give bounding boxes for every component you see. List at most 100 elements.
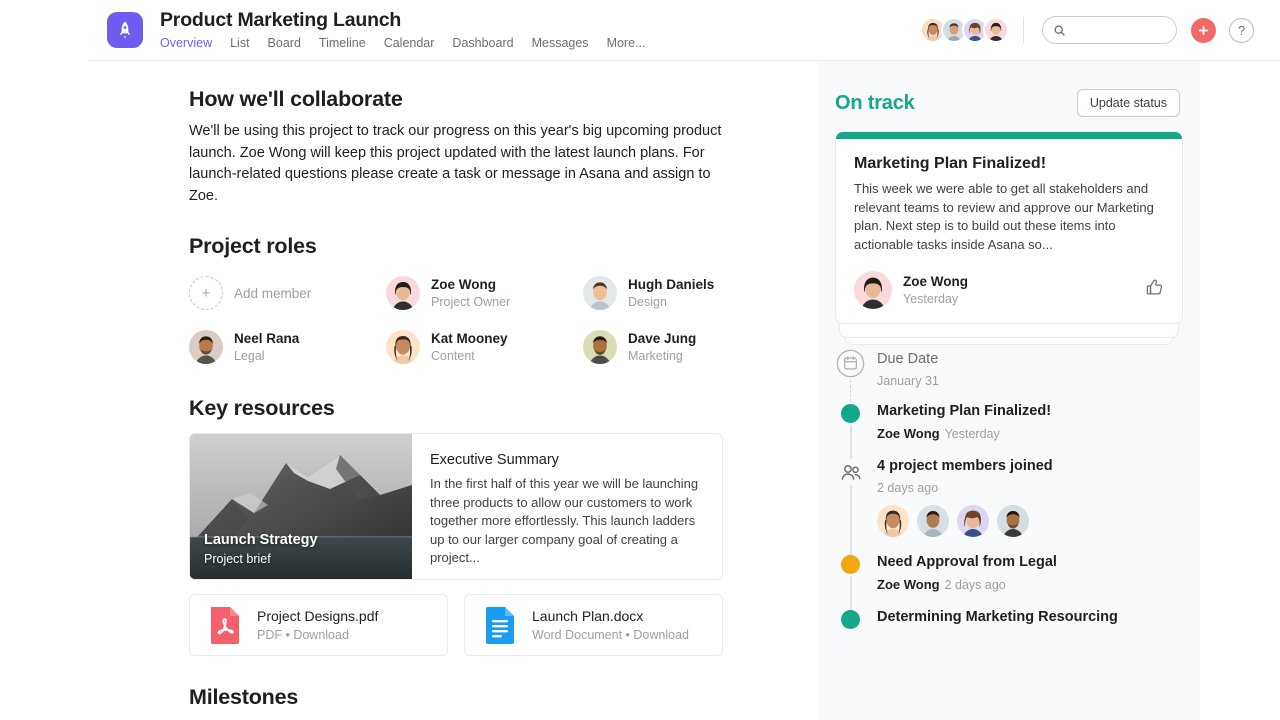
- brief-image-subtitle: Project brief: [204, 552, 271, 566]
- tab-calendar[interactable]: Calendar: [384, 35, 435, 51]
- avatar[interactable]: [917, 505, 949, 537]
- tab-list[interactable]: List: [230, 35, 249, 51]
- feed-title: Marketing Plan Finalized!: [877, 403, 1052, 419]
- feed-item-status-update[interactable]: Marketing Plan Finalized! Zoe Wong Yester…: [835, 402, 1183, 459]
- latest-status-card[interactable]: Marketing Plan Finalized! This week we w…: [835, 131, 1183, 324]
- file-card-docx[interactable]: Launch Plan.docx Word Document • Downloa…: [464, 594, 723, 656]
- feed-author: Zoe Wong: [877, 426, 940, 441]
- status-timestamp: Yesterday: [903, 292, 959, 306]
- feed-title: 4 project members joined: [877, 458, 1053, 474]
- status-card-stack: Marketing Plan Finalized! This week we w…: [835, 131, 1183, 345]
- feed-author: Zoe Wong: [877, 577, 940, 592]
- avatar[interactable]: [997, 505, 1029, 537]
- feed-item-resourcing[interactable]: Determining Marketing Resourcing: [835, 608, 1183, 629]
- activity-feed: Due Date January 31 Marketing Plan Final…: [835, 348, 1183, 629]
- role-item-zoe-wong[interactable]: Zoe Wong Project Owner: [386, 271, 583, 315]
- status-dot-green: [841, 610, 860, 629]
- role-item-neel-rana[interactable]: Neel Rana Legal: [189, 325, 386, 369]
- tab-timeline[interactable]: Timeline: [319, 35, 366, 51]
- milestones-section: Milestones Finalize marketing plan and d…: [189, 684, 728, 720]
- calendar-icon: [835, 348, 866, 379]
- role-title: Content: [431, 348, 475, 363]
- tab-overview[interactable]: Overview: [160, 35, 212, 51]
- status-color-bar: [836, 132, 1182, 139]
- feed-connector: [850, 380, 851, 402]
- resources-heading: Key resources: [189, 396, 335, 420]
- status-author-name: Zoe Wong: [903, 274, 968, 289]
- add-button[interactable]: [1191, 17, 1216, 43]
- member-avatar-stack[interactable]: [920, 17, 1009, 43]
- roles-grid: + Add member Zoe Wong Project Owner Hugh…: [189, 271, 728, 369]
- avatar: [583, 276, 617, 310]
- tab-more[interactable]: More...: [607, 35, 646, 51]
- collaborate-heading: How we'll collaborate: [189, 87, 403, 111]
- feed-connector: [850, 576, 852, 610]
- tab-messages[interactable]: Messages: [532, 35, 589, 51]
- role-item-hugh-daniels[interactable]: Hugh Daniels Design: [583, 271, 780, 315]
- like-button[interactable]: [1145, 278, 1164, 302]
- tab-board[interactable]: Board: [268, 35, 301, 51]
- file-name: Launch Plan.docx: [532, 608, 644, 624]
- avatar[interactable]: [877, 505, 909, 537]
- thumbs-up-icon: [1146, 279, 1163, 295]
- brief-title: Executive Summary: [430, 452, 559, 468]
- project-tabs: Overview List Board Timeline Calendar Da…: [160, 35, 645, 51]
- role-name: Neel Rana: [234, 331, 300, 346]
- status-dot-orange: [841, 555, 860, 574]
- roles-heading: Project roles: [189, 234, 317, 258]
- brief-description: In the first half of this year we will b…: [430, 476, 699, 565]
- plus-circle-icon: +: [189, 276, 223, 310]
- status-sidebar: On track Update status Marketing Plan Fi…: [818, 61, 1200, 720]
- project-logo: [107, 12, 143, 48]
- status-card-title: Marketing Plan Finalized!: [854, 155, 1047, 172]
- avatar[interactable]: [983, 17, 1009, 43]
- feed-meta: Zoe Wong 2 days ago: [877, 577, 1183, 592]
- status-dot-green: [841, 404, 860, 423]
- help-button[interactable]: ?: [1229, 17, 1254, 43]
- role-title: Legal: [234, 348, 265, 363]
- role-item-dave-jung[interactable]: Dave Jung Marketing: [583, 325, 780, 369]
- file-name: Project Designs.pdf: [257, 608, 379, 624]
- rocket-icon: [119, 21, 131, 39]
- feed-item-approval[interactable]: Need Approval from Legal Zoe Wong 2 days …: [835, 553, 1183, 610]
- feed-meta: 2 days ago: [877, 481, 939, 495]
- file-card-pdf[interactable]: Project Designs.pdf PDF • Download: [189, 594, 448, 656]
- feed-meta: Zoe Wong Yesterday: [877, 426, 1183, 441]
- header-title-block: Product Marketing Launch Overview List B…: [160, 9, 645, 51]
- add-member-button[interactable]: + Add member: [189, 271, 386, 315]
- word-file-icon: [486, 607, 514, 644]
- feed-item-due-date[interactable]: Due Date January 31: [835, 348, 1183, 402]
- tab-dashboard[interactable]: Dashboard: [452, 35, 513, 51]
- role-title: Project Owner: [431, 294, 511, 309]
- status-card-body: This week we were able to get all stakeh…: [854, 181, 1154, 252]
- feed-connector: [850, 425, 852, 459]
- feed-time: Yesterday: [944, 427, 1000, 441]
- people-icon: [835, 457, 866, 488]
- key-resources-section: Key resources Launch Strategy Project br…: [189, 395, 728, 656]
- avatar[interactable]: [957, 505, 989, 537]
- feed-title: Need Approval from Legal: [877, 554, 1057, 570]
- brief-cover-image: Launch Strategy Project brief: [190, 434, 412, 579]
- status-author-avatar: [854, 271, 892, 309]
- file-meta: Word Document • Download: [532, 628, 689, 642]
- feed-item-members-joined[interactable]: 4 project members joined 2 days ago: [835, 457, 1183, 555]
- app-header: Product Marketing Launch Overview List B…: [88, 0, 1280, 61]
- feed-title: Determining Marketing Resourcing: [877, 609, 1118, 625]
- status-badge: On track: [835, 91, 915, 114]
- page-title: Product Marketing Launch: [160, 9, 402, 31]
- search-box[interactable]: [1042, 16, 1177, 44]
- collaborate-body: We'll be using this project to track our…: [189, 123, 722, 204]
- role-item-kat-mooney[interactable]: Kat Mooney Content: [386, 325, 583, 369]
- brief-image-title: Launch Strategy: [204, 532, 318, 548]
- add-member-label: Add member: [234, 285, 312, 301]
- avatar: [386, 330, 420, 364]
- update-status-button[interactable]: Update status: [1076, 89, 1180, 117]
- project-brief-card[interactable]: Launch Strategy Project brief Executive …: [189, 433, 723, 580]
- role-title: Marketing: [628, 348, 683, 363]
- search-input[interactable]: [1072, 23, 1167, 37]
- feed-meta: January 31: [877, 374, 939, 388]
- avatar: [386, 276, 420, 310]
- role-name: Hugh Daniels: [628, 277, 715, 292]
- pdf-file-icon: [211, 607, 239, 644]
- plus-icon: [1198, 25, 1209, 35]
